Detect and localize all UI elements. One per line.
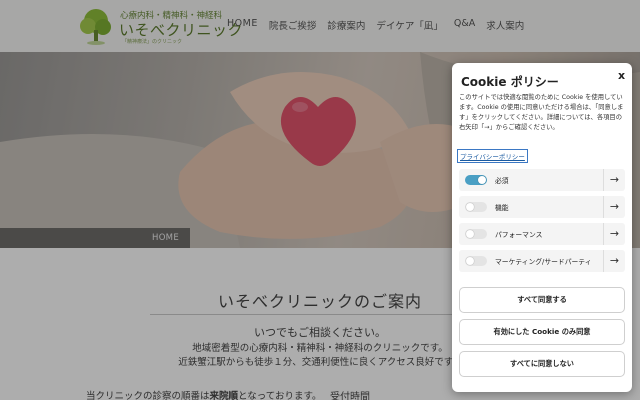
category-label: 機能	[495, 204, 509, 212]
privacy-policy-link[interactable]: プライバシーポリシー	[457, 149, 528, 163]
cookie-description: このサイトでは快適な閲覧のために Cookie を使用しています。Cookie …	[459, 94, 624, 131]
toggle-performance[interactable]	[465, 229, 487, 239]
close-icon[interactable]: x	[618, 69, 625, 82]
cookie-modal-title: Cookie ポリシー	[461, 75, 559, 89]
category-label: 必須	[495, 177, 509, 185]
category-label: パフォーマンス	[495, 231, 543, 239]
category-label: マーケティング/サードパーティ	[495, 258, 592, 266]
cookie-category-performance: パフォーマンス →	[459, 223, 625, 245]
accept-all-button[interactable]: すべて同意する	[459, 287, 625, 313]
cookie-category-required: 必須 →	[459, 169, 625, 191]
toggle-required[interactable]	[465, 175, 487, 185]
reject-all-button[interactable]: すべてに同意しない	[459, 351, 625, 377]
toggle-knob	[466, 203, 474, 211]
toggle-marketing[interactable]	[465, 256, 487, 266]
toggle-knob	[466, 257, 474, 265]
arrow-right-icon[interactable]: →	[603, 169, 625, 191]
toggle-knob	[466, 230, 474, 238]
cookie-category-functional: 機能 →	[459, 196, 625, 218]
cookie-category-marketing: マーケティング/サードパーティ →	[459, 250, 625, 272]
arrow-right-icon[interactable]: →	[603, 223, 625, 245]
toggle-knob	[478, 176, 486, 184]
cookie-modal: Cookie ポリシー x このサイトでは快適な閲覧のために Cookie を使…	[452, 63, 632, 392]
accept-selected-button[interactable]: 有効にした Cookie のみ同意	[459, 319, 625, 345]
arrow-right-icon[interactable]: →	[603, 250, 625, 272]
arrow-right-icon[interactable]: →	[603, 196, 625, 218]
toggle-functional[interactable]	[465, 202, 487, 212]
